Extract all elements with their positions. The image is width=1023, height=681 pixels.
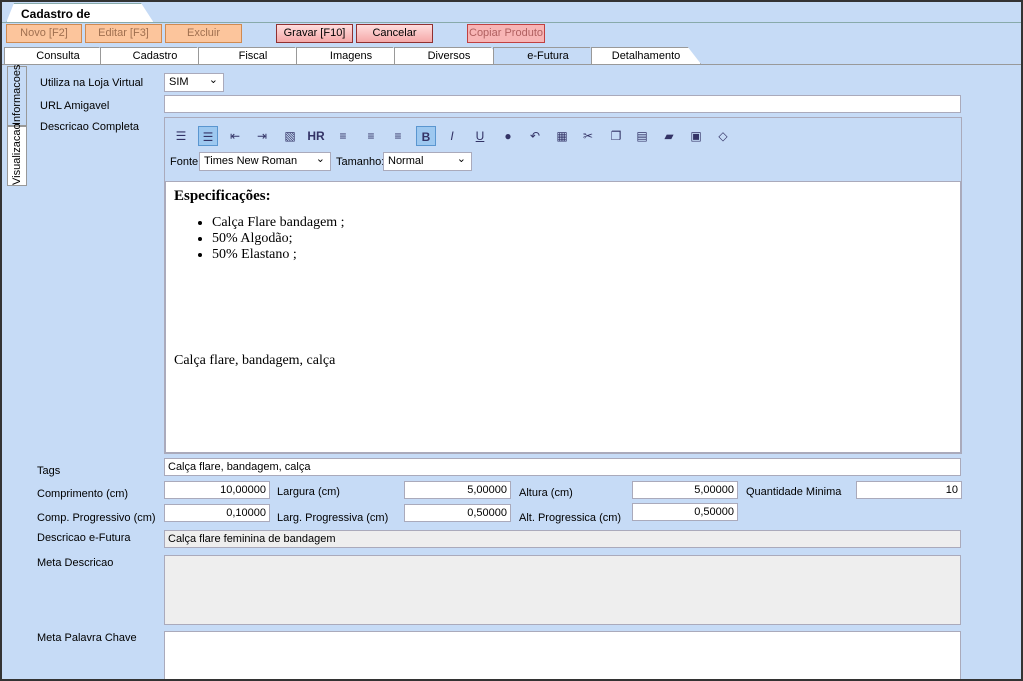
altura-input[interactable]: 5,00000 xyxy=(632,481,738,499)
indent-icon[interactable]: ⇥ xyxy=(252,126,272,146)
outdent-icon[interactable]: ⇤ xyxy=(225,126,245,146)
copiar-produto-button[interactable]: Copiar Produto xyxy=(467,24,545,43)
descricao-label: Descricao Completa xyxy=(40,121,140,133)
editor-footer-text: Calça flare, bandagem, calça xyxy=(174,353,336,368)
meta-desc-label: Meta Descricao xyxy=(37,557,114,569)
align-left-icon[interactable]: ≡ xyxy=(333,126,353,146)
divider xyxy=(2,22,1021,23)
largura-label: Largura (cm) xyxy=(277,486,340,498)
paste-icon[interactable]: ▤ xyxy=(632,126,652,146)
side-tab-informacoes[interactable]: Informacoes xyxy=(7,64,27,126)
link-icon[interactable]: ● xyxy=(498,126,518,146)
copy-icon[interactable]: ❐ xyxy=(606,126,626,146)
largura-input[interactable]: 5,00000 xyxy=(404,481,511,499)
desc-efutura-label: Descricao e-Futura xyxy=(37,532,131,544)
open-icon[interactable]: ▰ xyxy=(659,126,679,146)
divider xyxy=(2,64,1021,65)
undo-icon[interactable]: ↶ xyxy=(525,126,545,146)
align-center-icon[interactable]: ≡ xyxy=(388,126,408,146)
url-label: URL Amigavel xyxy=(40,100,110,112)
ordered-list-icon[interactable]: ☰ xyxy=(171,126,191,146)
tab-fiscal[interactable]: Fiscal xyxy=(198,47,308,64)
italic-icon[interactable]: I xyxy=(442,126,462,146)
larg-prog-input[interactable]: 0,50000 xyxy=(404,504,511,522)
document-tab[interactable]: Cadastro de Produtos✕ xyxy=(6,3,154,23)
tab-consulta[interactable]: Consulta xyxy=(4,47,112,64)
excluir-button[interactable]: Excluir xyxy=(165,24,242,43)
qtd-minima-input[interactable]: 10 xyxy=(856,481,962,499)
gravar-button[interactable]: Gravar [F10] xyxy=(276,24,353,43)
meta-palavra-textarea[interactable] xyxy=(164,631,961,681)
side-tab-visualizacao[interactable]: Visualizacao xyxy=(7,123,27,186)
meta-desc-textarea[interactable] xyxy=(164,555,961,625)
loja-virtual-select[interactable]: SIM xyxy=(164,73,224,92)
alt-prog-input[interactable]: 0,50000 xyxy=(632,503,738,521)
tab-detalhamento[interactable]: Detalhamento xyxy=(591,47,701,64)
editar-button[interactable]: Editar [F3] xyxy=(85,24,162,43)
fonte-label: Fonte: xyxy=(170,156,202,168)
tags-label: Tags xyxy=(37,465,61,477)
list-item: Calça Flare bandagem ; xyxy=(212,215,952,231)
meta-palavra-label: Meta Palavra Chave xyxy=(37,632,137,644)
tags-input[interactable]: Calça flare, bandagem, calça xyxy=(164,458,961,476)
comp-prog-label: Comp. Progressivo (cm) xyxy=(37,512,156,524)
editor-content[interactable]: Especificações: Calça Flare bandagem ; 5… xyxy=(165,181,961,453)
qtd-minima-label: Quantidade Minima xyxy=(746,486,842,498)
image-icon[interactable]: ▧ xyxy=(280,126,300,146)
altura-label: Altura (cm) xyxy=(519,487,573,499)
cut-icon[interactable]: ✂ xyxy=(578,126,598,146)
editor-heading: Especificações: xyxy=(174,188,271,204)
align-right-icon[interactable]: ≡ xyxy=(361,126,381,146)
tab-cadastro[interactable]: Cadastro xyxy=(100,47,210,64)
url-input[interactable] xyxy=(164,95,961,113)
tab-e-futura[interactable]: e-Futura xyxy=(493,47,603,64)
color-icon[interactable]: ▦ xyxy=(552,126,572,146)
list-item: 50% Algodão; xyxy=(212,231,952,247)
comprimento-label: Comprimento (cm) xyxy=(37,488,129,500)
tamanho-select[interactable]: Normal xyxy=(383,152,472,171)
hr-icon[interactable]: HR xyxy=(306,126,326,146)
tamanho-label: Tamanho: xyxy=(336,156,385,168)
list-item: 50% Elastano ; xyxy=(212,247,952,263)
tab-diversos[interactable]: Diversos xyxy=(394,47,504,64)
unordered-list-icon[interactable]: ☰ xyxy=(198,126,218,146)
larg-prog-label: Larg. Progressiva (cm) xyxy=(277,512,389,524)
source-icon[interactable]: ◇ xyxy=(713,126,733,146)
fonte-select[interactable]: Times New Roman xyxy=(199,152,331,171)
novo-button[interactable]: Novo [F2] xyxy=(6,24,82,43)
bold-icon[interactable]: B xyxy=(416,126,436,146)
cancelar-button[interactable]: Cancelar xyxy=(356,24,433,43)
comprimento-input[interactable]: 10,00000 xyxy=(164,481,270,499)
loja-virtual-label: Utiliza na Loja Virtual xyxy=(40,77,144,89)
save-icon[interactable]: ▣ xyxy=(686,126,706,146)
desc-efutura-input[interactable]: Calça flare feminina de bandagem xyxy=(164,530,961,548)
tab-imagens[interactable]: Imagens xyxy=(296,47,406,64)
comp-prog-input[interactable]: 0,10000 xyxy=(164,504,270,522)
editor-list: Calça Flare bandagem ; 50% Algodão; 50% … xyxy=(174,215,952,263)
alt-prog-label: Alt. Progressica (cm) xyxy=(519,512,622,524)
underline-icon[interactable]: U xyxy=(470,126,490,146)
